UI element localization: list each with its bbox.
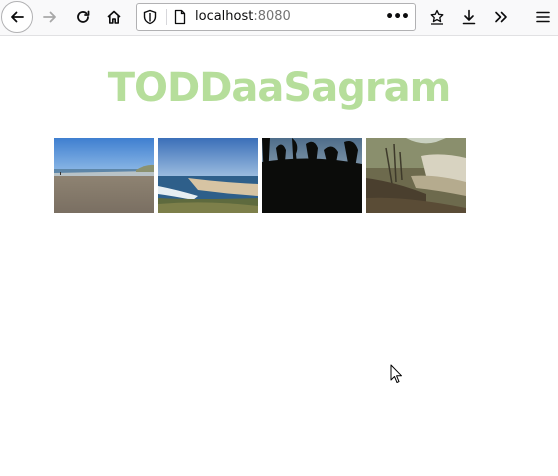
creek-photo-4[interactable] xyxy=(366,138,466,213)
beach-photo-1[interactable] xyxy=(54,138,154,213)
page-info-icon[interactable] xyxy=(173,9,187,29)
home-button[interactable] xyxy=(99,2,129,32)
star-list-icon xyxy=(430,9,444,25)
url-text[interactable]: localhost:8080 xyxy=(195,9,291,25)
page-actions-menu-icon[interactable]: ••• xyxy=(385,9,410,25)
site-logo[interactable]: TODDaaSagram xyxy=(0,60,558,116)
forward-button[interactable] xyxy=(35,2,65,32)
reload-icon xyxy=(77,10,90,23)
arrow-right-icon xyxy=(43,11,56,23)
bookmarks-button[interactable] xyxy=(422,2,452,32)
hamburger-menu-icon xyxy=(536,11,550,23)
url-separator xyxy=(166,9,167,25)
back-button[interactable] xyxy=(1,1,33,33)
tracking-protection-shield-icon[interactable] xyxy=(143,9,157,29)
forest-silhouette-photo-3[interactable] xyxy=(262,138,362,213)
overflow-menu-button[interactable] xyxy=(486,2,516,32)
download-icon xyxy=(462,9,476,25)
url-port: :8080 xyxy=(253,9,291,24)
home-icon xyxy=(107,10,121,24)
app-menu-button[interactable] xyxy=(528,2,558,32)
mouse-pointer-icon xyxy=(390,364,403,388)
address-bar[interactable]: localhost:8080 ••• xyxy=(136,3,416,31)
chevrons-right-icon xyxy=(495,11,507,23)
reload-button[interactable] xyxy=(68,2,98,32)
url-host: localhost xyxy=(195,9,254,24)
arrow-left-icon xyxy=(11,11,24,23)
coast-photo-2[interactable] xyxy=(158,138,258,213)
downloads-button[interactable] xyxy=(454,2,484,32)
browser-toolbar: localhost:8080 ••• xyxy=(0,0,558,36)
